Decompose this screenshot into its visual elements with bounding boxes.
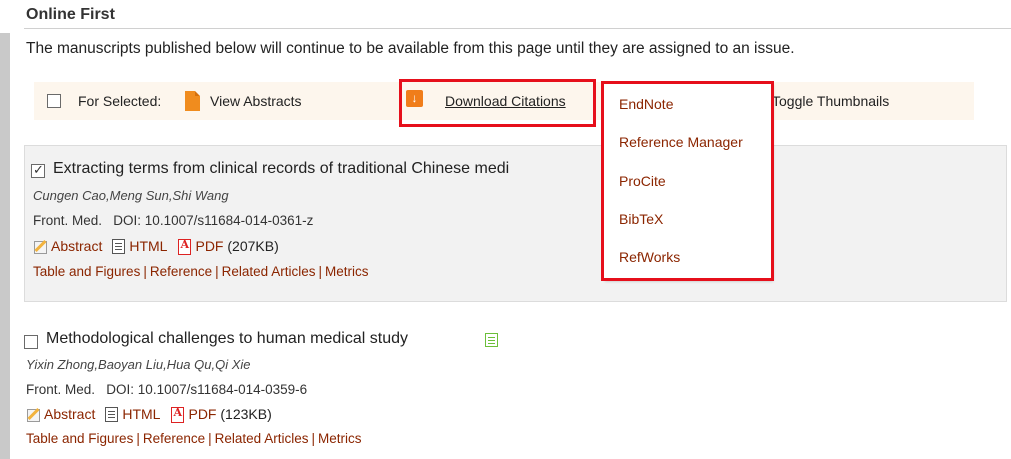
- dropdown-highlight-box: [601, 81, 774, 281]
- abstract-link[interactable]: Abstract: [44, 406, 95, 422]
- left-border-bar: [0, 33, 10, 459]
- article-checkbox[interactable]: [24, 335, 38, 349]
- tab-reference[interactable]: Reference: [143, 431, 205, 446]
- article-journal-doi: Front. Med. DOI: 10.1007/s11684-014-0361…: [33, 213, 313, 228]
- article-journal: Front. Med.: [33, 213, 103, 228]
- html-page-icon: [105, 406, 119, 422]
- article-authors: Yixin Zhong,Baoyan Liu,Hua Qu,Qi Xie: [26, 357, 251, 372]
- article-doi: DOI: 10.1007/s11684-014-0361-z: [113, 213, 314, 228]
- article-title-link[interactable]: Extracting terms from clinical records o…: [53, 160, 509, 178]
- article-links: Abstract HTML PDF (123KB): [26, 406, 272, 423]
- download-highlight-box: [399, 79, 596, 127]
- fulltext-icon[interactable]: [485, 333, 498, 347]
- article-authors: Cungen Cao,Meng Sun,Shi Wang: [33, 188, 229, 203]
- article-doi: DOI: 10.1007/s11684-014-0359-6: [106, 382, 308, 397]
- separator: |: [215, 264, 219, 279]
- tab-reference[interactable]: Reference: [150, 264, 212, 279]
- separator: |: [136, 431, 140, 446]
- toggle-thumbnails-link[interactable]: Toggle Thumbnails: [772, 93, 889, 109]
- tab-related-articles[interactable]: Related Articles: [215, 431, 309, 446]
- pdf-icon: [170, 406, 185, 423]
- pencil-icon: [26, 407, 41, 422]
- tab-metrics[interactable]: Metrics: [325, 264, 369, 279]
- pdf-icon: [177, 238, 192, 255]
- html-link[interactable]: HTML: [129, 238, 167, 254]
- select-all-checkbox[interactable]: [47, 94, 61, 108]
- separator: |: [208, 431, 212, 446]
- intro-text: The manuscripts published below will con…: [26, 40, 795, 57]
- article-tabs: Table and Figures | Reference | Related Arti…: [33, 264, 368, 279]
- article-journal-doi: Front. Med. DOI: 10.1007/s11684-014-0359…: [26, 382, 307, 397]
- title-divider: [24, 28, 1011, 29]
- article-tabs: Table and Figures | Reference | Related Arti…: [26, 431, 361, 446]
- abstract-link[interactable]: Abstract: [51, 238, 102, 254]
- view-abstracts-link[interactable]: View Abstracts: [210, 93, 302, 109]
- pdf-size: (123KB): [220, 406, 272, 422]
- article-journal: Front. Med.: [26, 382, 96, 397]
- separator: |: [311, 431, 315, 446]
- for-selected-label: For Selected:: [78, 93, 162, 109]
- article-links: Abstract HTML PDF (207KB): [33, 238, 279, 255]
- tab-table-figures[interactable]: Table and Figures: [33, 264, 140, 279]
- html-link[interactable]: HTML: [122, 406, 160, 422]
- article-checkbox[interactable]: [31, 162, 45, 178]
- pdf-link[interactable]: PDF: [188, 406, 216, 422]
- pdf-size: (207KB): [227, 238, 279, 254]
- article-title-link[interactable]: Methodological challenges to human medic…: [46, 330, 408, 348]
- separator: |: [143, 264, 147, 279]
- view-abstracts-icon: [185, 91, 200, 111]
- separator: |: [318, 264, 322, 279]
- html-page-icon: [112, 238, 126, 254]
- pdf-link[interactable]: PDF: [195, 238, 223, 254]
- tab-metrics[interactable]: Metrics: [318, 431, 362, 446]
- section-title: Online First: [26, 6, 115, 23]
- pencil-icon: [33, 239, 48, 254]
- tab-table-figures[interactable]: Table and Figures: [26, 431, 133, 446]
- tab-related-articles[interactable]: Related Articles: [222, 264, 316, 279]
